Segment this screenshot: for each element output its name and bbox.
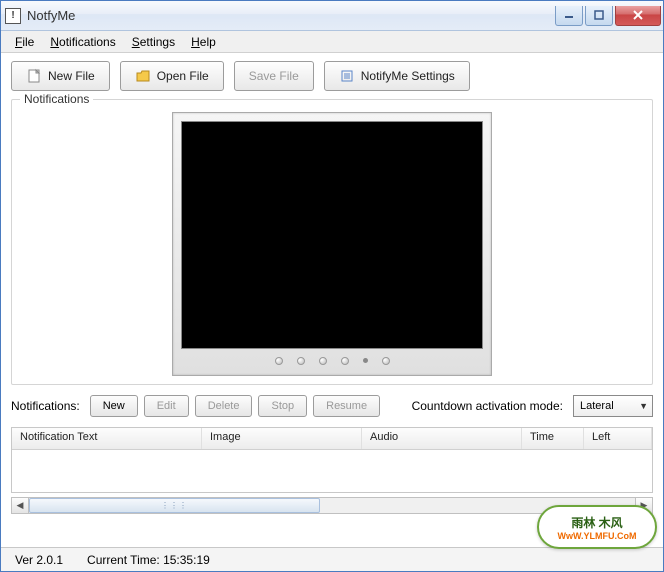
- watermark-url: WwW.YLMFU.CoM: [558, 531, 637, 541]
- group-label: Notifications: [20, 92, 93, 106]
- maximize-button[interactable]: [585, 6, 613, 26]
- mode-value: Lateral: [580, 400, 614, 412]
- th-image[interactable]: Image: [202, 428, 362, 449]
- time-value: 15:35:19: [163, 553, 210, 567]
- th-left[interactable]: Left: [584, 428, 652, 449]
- menu-file-label: ile: [22, 35, 34, 49]
- preview-screen: [181, 121, 483, 349]
- new-file-label: New File: [48, 69, 95, 83]
- th-time[interactable]: Time: [522, 428, 584, 449]
- notifications-table: Notification Text Image Audio Time Left: [11, 427, 653, 493]
- chevron-down-icon: ▼: [639, 401, 648, 411]
- titlebar: ! NotfyMe: [1, 1, 663, 31]
- minimize-button[interactable]: [555, 6, 583, 26]
- notifyme-settings-button[interactable]: NotifyMe Settings: [324, 61, 470, 91]
- th-audio[interactable]: Audio: [362, 428, 522, 449]
- menu-settings-label: ettings: [140, 35, 175, 49]
- dot-icon: [297, 357, 305, 365]
- preview-dots: [181, 349, 483, 367]
- dot-icon: [363, 358, 368, 363]
- close-button[interactable]: [615, 6, 661, 26]
- open-file-button[interactable]: Open File: [120, 61, 224, 91]
- resume-button: Resume: [313, 395, 380, 417]
- dot-icon: [382, 357, 390, 365]
- scroll-left-button[interactable]: ◀: [12, 498, 29, 513]
- version-label: Ver 2.0.1: [11, 553, 67, 567]
- menu-help[interactable]: Help: [183, 33, 224, 51]
- toolbar: New File Open File Save File NotifyMe Se…: [1, 53, 663, 99]
- time-label: Current Time:: [87, 553, 160, 567]
- window-controls: [553, 6, 661, 26]
- watermark-badge: 雨林 木风 WwW.YLMFU.CoM: [537, 505, 657, 549]
- grip-icon: ⋮⋮⋮: [161, 501, 188, 510]
- table-body: [12, 450, 652, 492]
- stop-button: Stop: [258, 395, 307, 417]
- table-header: Notification Text Image Audio Time Left: [12, 428, 652, 450]
- new-button[interactable]: New: [90, 395, 138, 417]
- notifications-group: Notifications: [11, 99, 653, 385]
- current-time: Current Time: 15:35:19: [83, 553, 214, 567]
- window-title: NotfyMe: [27, 8, 553, 23]
- preview-frame: [172, 112, 492, 376]
- menu-settings[interactable]: Settings: [124, 33, 183, 51]
- mode-combo[interactable]: Lateral ▼: [573, 395, 653, 417]
- action-row: Notifications: New Edit Delete Stop Resu…: [1, 385, 663, 427]
- mode-label: Countdown activation mode:: [412, 399, 563, 413]
- new-file-button[interactable]: New File: [11, 61, 110, 91]
- actions-label: Notifications:: [11, 399, 80, 413]
- new-file-icon: [26, 68, 42, 84]
- save-file-button: Save File: [234, 61, 314, 91]
- watermark-cn: 雨林 木风: [571, 514, 622, 531]
- app-icon: !: [5, 8, 21, 24]
- settings-icon: [339, 68, 355, 84]
- save-file-label: Save File: [249, 69, 299, 83]
- menu-notifications[interactable]: Notifications: [42, 33, 123, 51]
- open-file-label: Open File: [157, 69, 209, 83]
- open-file-icon: [135, 68, 151, 84]
- notifyme-settings-label: NotifyMe Settings: [361, 69, 455, 83]
- dot-icon: [341, 357, 349, 365]
- statusbar: Ver 2.0.1 Current Time: 15:35:19: [1, 547, 663, 571]
- menubar: File Notifications Settings Help: [1, 31, 663, 53]
- delete-button: Delete: [195, 395, 253, 417]
- menu-notifications-label: otifications: [59, 35, 116, 49]
- preview-area: [20, 112, 644, 376]
- dot-icon: [275, 357, 283, 365]
- scroll-thumb[interactable]: ⋮⋮⋮: [29, 498, 320, 513]
- menu-help-label: elp: [200, 35, 216, 49]
- dot-icon: [319, 357, 327, 365]
- menu-file[interactable]: File: [7, 33, 42, 51]
- edit-button: Edit: [144, 395, 189, 417]
- th-text[interactable]: Notification Text: [12, 428, 202, 449]
